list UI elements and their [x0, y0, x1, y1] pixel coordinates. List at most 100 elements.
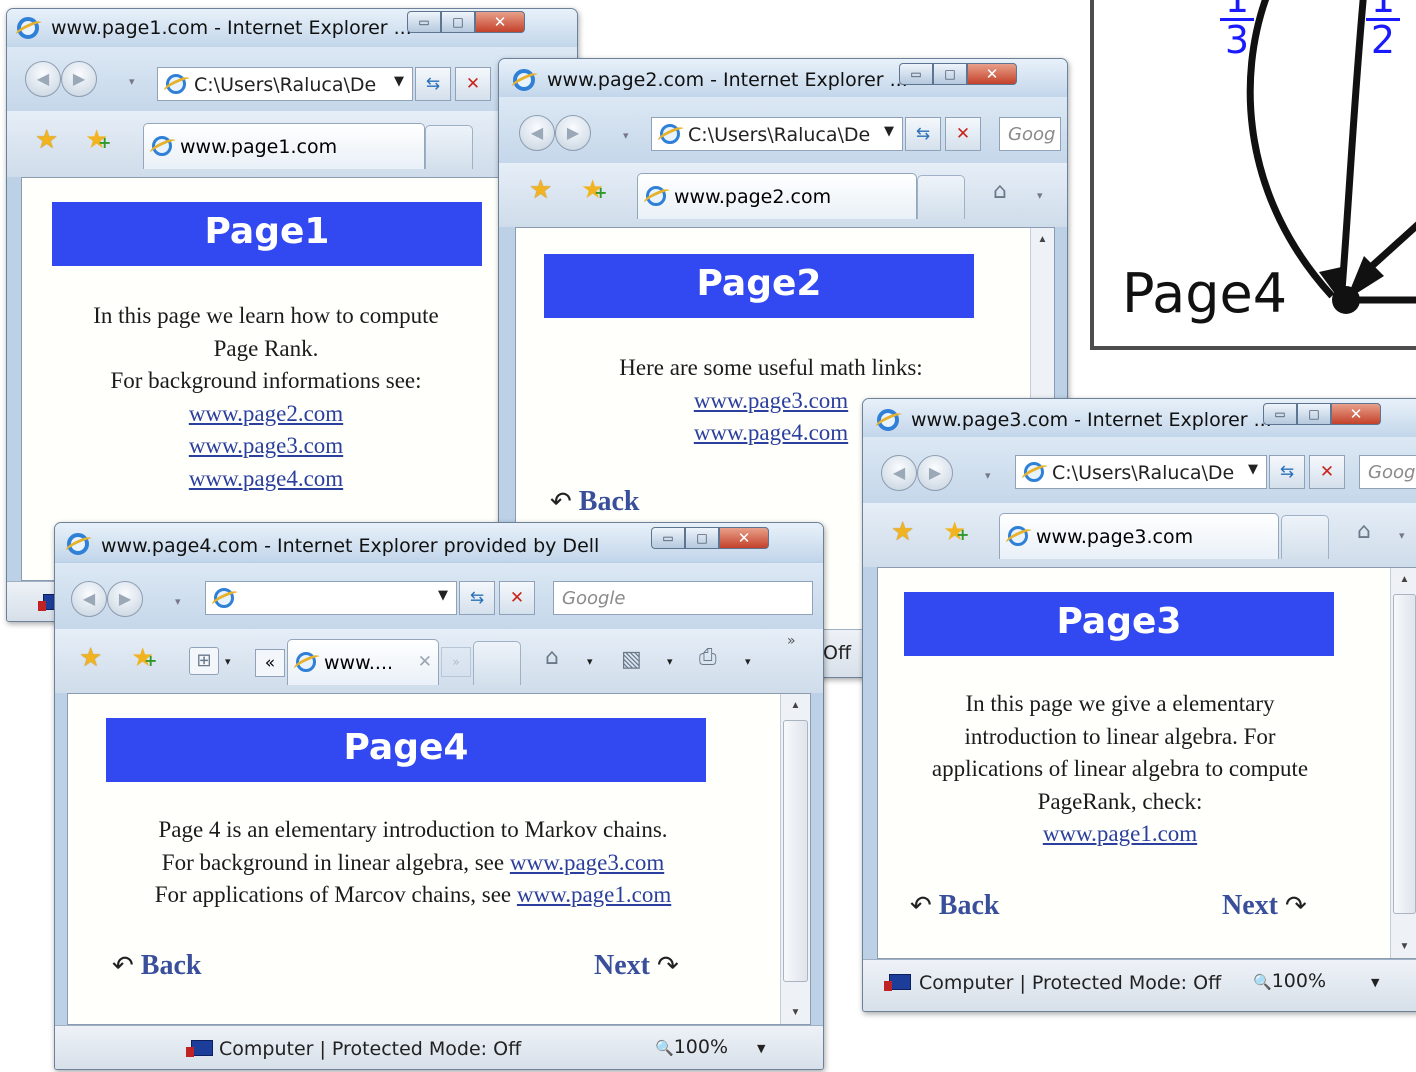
vertical-scrollbar[interactable]: ▲ ▼	[1390, 568, 1416, 958]
favorites-star-icon[interactable]: ★	[529, 175, 552, 205]
minimize-button[interactable]: ▭	[899, 63, 933, 85]
close-button[interactable]: ✕	[719, 527, 769, 549]
scroll-thumb[interactable]	[783, 720, 808, 982]
zoom-control[interactable]: 🔍100%	[655, 1036, 728, 1058]
quick-tabs-dropdown-icon[interactable]: ▾	[225, 655, 231, 668]
title-bar[interactable]: www.page1.com - Internet Explorer ... ▭ …	[7, 9, 577, 47]
address-bar[interactable]: C:\Users\Raluca\De ▼	[651, 117, 903, 151]
home-dropdown-icon[interactable]: ▾	[1399, 529, 1405, 542]
stop-button[interactable]: ✕	[499, 581, 535, 615]
back-nav-button[interactable]: ◀	[519, 115, 555, 151]
maximize-button[interactable]: □	[1297, 403, 1331, 425]
minimize-button[interactable]: ▭	[407, 11, 441, 33]
link-page3[interactable]: www.page3.com	[510, 850, 664, 875]
link-page1[interactable]: www.page1.com	[1043, 821, 1197, 846]
forward-nav-button[interactable]: ▶	[107, 581, 143, 617]
home-icon[interactable]: ⌂	[993, 179, 1007, 204]
maximize-button[interactable]: □	[441, 11, 475, 33]
scroll-down-icon[interactable]: ▼	[1391, 941, 1416, 952]
scroll-up-icon[interactable]: ▲	[1391, 574, 1416, 585]
stop-button[interactable]: ✕	[945, 117, 981, 151]
address-bar[interactable]: C:\Users\Raluca\De ▼	[1015, 455, 1267, 489]
link-page4[interactable]: www.page4.com	[189, 466, 343, 491]
tab-close-icon[interactable]: ✕	[418, 652, 432, 672]
new-tab-button[interactable]	[1281, 515, 1329, 559]
home-icon[interactable]: ⌂	[1357, 519, 1371, 544]
tab-page1[interactable]: www.page1.com	[143, 123, 425, 169]
new-tab-button[interactable]	[425, 125, 473, 169]
new-tab-button[interactable]	[917, 175, 965, 219]
back-nav-button[interactable]: ◀	[71, 581, 107, 617]
address-bar[interactable]: C:\Users\Raluca\De ▼	[157, 67, 413, 101]
favorites-star-icon[interactable]: ★	[891, 517, 914, 547]
title-bar[interactable]: www.page4.com - Internet Explorer provid…	[55, 523, 823, 561]
add-favorites-icon[interactable]: ★	[581, 175, 608, 205]
history-dropdown-icon[interactable]: ▾	[985, 469, 991, 482]
forward-nav-button[interactable]: ▶	[917, 455, 953, 491]
browser-window-page3[interactable]: www.page3.com - Internet Explorer ... ▭ …	[862, 398, 1416, 1012]
more-tools-icon[interactable]: »	[787, 633, 796, 649]
link-page2[interactable]: www.page2.com	[189, 401, 343, 426]
forward-nav-button[interactable]: ▶	[61, 61, 97, 97]
address-dropdown-icon[interactable]: ▼	[394, 74, 404, 89]
stop-button[interactable]: ✕	[455, 67, 491, 101]
refresh-button[interactable]: ⇆	[415, 67, 451, 101]
browser-window-page4[interactable]: www.page4.com - Internet Explorer provid…	[54, 522, 824, 1070]
minimize-button[interactable]: ▭	[651, 527, 685, 549]
scroll-down-icon[interactable]: ▼	[781, 1007, 810, 1018]
search-input[interactable]: Goog	[1359, 455, 1416, 489]
history-dropdown-icon[interactable]: ▾	[623, 129, 629, 142]
stop-button[interactable]: ✕	[1309, 455, 1345, 489]
tab-page2[interactable]: www.page2.com	[637, 173, 917, 219]
address-bar[interactable]: ▼	[205, 581, 457, 615]
address-dropdown-icon[interactable]: ▼	[884, 124, 894, 139]
back-link[interactable]: ↶ Back	[910, 890, 999, 922]
new-tab-button[interactable]	[473, 641, 521, 685]
link-page3[interactable]: www.page3.com	[189, 433, 343, 458]
vertical-scrollbar[interactable]: ▲ ▼	[780, 694, 810, 1024]
back-nav-button[interactable]: ◀	[881, 455, 917, 491]
quick-tabs-icon[interactable]: ⊞	[189, 647, 219, 675]
link-page1[interactable]: www.page1.com	[517, 882, 671, 907]
tab-list-icon[interactable]: «	[255, 649, 285, 677]
home-icon[interactable]: ⌂	[545, 645, 559, 670]
add-favorites-icon[interactable]: ★	[85, 125, 112, 155]
feeds-dropdown-icon[interactable]: ▾	[667, 655, 673, 668]
refresh-button[interactable]: ⇆	[905, 117, 941, 151]
scroll-up-icon[interactable]: ▲	[1031, 234, 1054, 245]
link-page4[interactable]: www.page4.com	[694, 420, 848, 445]
tab-page4[interactable]: www.... ✕	[287, 639, 439, 685]
next-link[interactable]: Next ↷	[1222, 890, 1307, 922]
history-dropdown-icon[interactable]: ▾	[129, 75, 135, 88]
maximize-button[interactable]: □	[685, 527, 719, 549]
print-dropdown-icon[interactable]: ▾	[745, 655, 751, 668]
back-nav-button[interactable]: ◀	[25, 61, 61, 97]
history-dropdown-icon[interactable]: ▾	[175, 595, 181, 608]
forward-nav-button[interactable]: ▶	[555, 115, 591, 151]
feeds-icon[interactable]: ▧	[621, 647, 642, 672]
minimize-button[interactable]: ▭	[1263, 403, 1297, 425]
print-icon[interactable]: ⎙	[699, 645, 717, 670]
next-link[interactable]: Next ↷	[594, 950, 679, 982]
search-input[interactable]: Goog	[999, 117, 1061, 151]
title-bar[interactable]: www.page2.com - Internet Explorer ... ▭ …	[499, 59, 1067, 97]
back-link[interactable]: ↶ Back	[112, 950, 201, 982]
close-button[interactable]: ✕	[1331, 403, 1381, 425]
zoom-control[interactable]: 🔍100%	[1253, 970, 1326, 992]
back-link[interactable]: ↶ Back	[550, 486, 639, 518]
tab-scroll-right-icon[interactable]: »	[441, 647, 471, 677]
link-page3[interactable]: www.page3.com	[694, 388, 848, 413]
refresh-button[interactable]: ⇆	[459, 581, 495, 615]
scroll-thumb[interactable]	[1393, 594, 1416, 914]
add-favorites-icon[interactable]: ★	[131, 643, 158, 673]
address-dropdown-icon[interactable]: ▼	[438, 588, 448, 603]
address-dropdown-icon[interactable]: ▼	[1248, 462, 1258, 477]
zoom-dropdown-icon[interactable]: ▼	[757, 1042, 765, 1055]
close-button[interactable]: ✕	[475, 11, 525, 33]
home-dropdown-icon[interactable]: ▾	[1037, 189, 1043, 202]
tab-page3[interactable]: www.page3.com	[999, 513, 1279, 559]
add-favorites-icon[interactable]: ★	[943, 517, 970, 547]
search-input[interactable]: Google	[553, 581, 813, 615]
scroll-up-icon[interactable]: ▲	[781, 700, 810, 711]
favorites-star-icon[interactable]: ★	[35, 125, 58, 155]
